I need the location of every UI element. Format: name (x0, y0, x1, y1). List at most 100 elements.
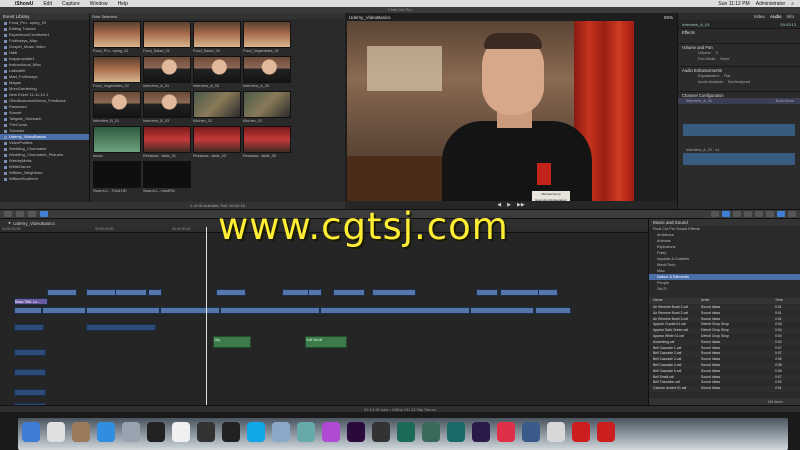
import-icon[interactable] (4, 211, 12, 217)
storyline-clip[interactable] (42, 307, 86, 314)
preview-icon[interactable] (547, 422, 565, 442)
storyline-clip[interactable] (535, 307, 571, 314)
clip-thumbnail[interactable] (193, 21, 241, 48)
browser-clip[interactable]: Interview_A_01 (143, 56, 191, 89)
lower-clip[interactable] (14, 349, 46, 356)
browser-clip[interactable]: Restaura...tside_01 (143, 126, 191, 159)
titles-icon[interactable] (744, 211, 752, 217)
browser-clip[interactable]: Kitchen_02 (243, 91, 291, 124)
clip-thumbnail[interactable] (243, 21, 291, 48)
connected-clip[interactable] (333, 289, 365, 296)
enhance-icon[interactable] (28, 211, 36, 217)
storyline-clip[interactable] (160, 307, 220, 314)
browser-clip[interactable]: Interview_A_03 (193, 56, 241, 89)
photos-icon[interactable] (297, 422, 315, 442)
clip-thumbnail[interactable] (193, 56, 241, 83)
connected-clip[interactable] (216, 289, 246, 296)
menu-window[interactable]: Window (85, 1, 113, 7)
music-sound-icon[interactable] (777, 211, 785, 217)
connected-clip[interactable] (476, 289, 498, 296)
generators-icon[interactable] (755, 211, 763, 217)
premiere-icon[interactable] (347, 422, 365, 442)
launchpad-icon[interactable] (122, 422, 140, 442)
connected-clip[interactable] (538, 289, 558, 296)
app-store-icon[interactable] (97, 422, 115, 442)
dashboard-icon[interactable] (522, 422, 540, 442)
lower-clip[interactable] (14, 389, 46, 396)
clip-thumbnail[interactable] (93, 161, 141, 188)
connected-clip[interactable] (86, 289, 116, 296)
finder-icon[interactable] (22, 422, 40, 442)
menubar-clock[interactable]: Sun 11:12 PM (718, 1, 749, 7)
connected-clip[interactable] (115, 289, 147, 296)
video-effects-icon[interactable] (711, 211, 719, 217)
browser-clip[interactable]: Interview_B_03 (143, 91, 191, 124)
viewer-zoom[interactable]: 55% (664, 15, 673, 20)
storyline-clip[interactable] (470, 307, 534, 314)
transitions-icon[interactable] (733, 211, 741, 217)
themes-icon[interactable] (766, 211, 774, 217)
event-item[interactable]: WilliamSouthern (0, 176, 89, 182)
lower-clip[interactable] (14, 369, 46, 376)
clip-thumbnail[interactable] (143, 161, 191, 188)
trash-icon[interactable] (597, 422, 615, 442)
browser-clip[interactable]: Food_Vegetables_02 (93, 56, 141, 89)
browser-clip[interactable]: Food_Pro...sping_03 (93, 21, 141, 54)
section-volume-pan[interactable]: Volume and Pan (678, 43, 800, 50)
browser-clip[interactable]: Restaura...tside_03 (193, 126, 241, 159)
clip-thumbnail[interactable] (243, 91, 291, 118)
audition-icon[interactable] (447, 422, 465, 442)
browser-clip[interactable]: Food_Salad_01 (143, 21, 191, 54)
browser-clip[interactable]: Kitchen_01 (193, 91, 241, 124)
menu-capture[interactable]: Capture (57, 1, 85, 7)
connected-clip[interactable] (308, 289, 322, 296)
connected-clip[interactable] (372, 289, 416, 296)
storyline-clip[interactable] (320, 307, 470, 314)
calendar-icon[interactable] (172, 422, 190, 442)
secondary-clip[interactable] (86, 324, 156, 331)
tab-audio[interactable]: Audio (770, 14, 782, 19)
connected-clip[interactable] (47, 289, 77, 296)
browser-clip[interactable]: Swarm-L...Third.HD (93, 161, 141, 194)
mail-icon[interactable] (272, 422, 290, 442)
motion-icon[interactable] (397, 422, 415, 442)
tab-video[interactable]: Video (754, 14, 765, 19)
after-effects-icon[interactable] (472, 422, 490, 442)
clip-thumbnail[interactable] (93, 56, 141, 83)
browser-clip[interactable]: Interview_B_01 (93, 91, 141, 124)
clip-thumbnail[interactable] (193, 126, 241, 153)
clip-thumbnail[interactable] (143, 56, 191, 83)
browser-clip[interactable]: Interview_A_05 (243, 56, 291, 89)
itunes-icon[interactable] (322, 422, 340, 442)
col-time[interactable]: Time (775, 298, 783, 304)
storyline-clip[interactable] (14, 307, 42, 314)
clip-thumbnail[interactable] (143, 21, 191, 48)
music-icon[interactable] (497, 422, 515, 442)
spotlight-icon[interactable]: ⌕ (791, 1, 794, 7)
photos-icon[interactable] (788, 211, 796, 217)
clip-thumbnail[interactable] (143, 91, 191, 118)
col-artist[interactable]: Artist (701, 298, 709, 304)
secondary-clip[interactable] (14, 324, 44, 331)
browser-clip[interactable]: music (93, 126, 141, 159)
keyword-icon[interactable] (16, 211, 24, 217)
contacts-icon[interactable] (72, 422, 90, 442)
menu-help[interactable]: Help (113, 1, 133, 7)
back-icon[interactable]: ◂ (8, 220, 10, 226)
section-channel-config[interactable]: Channel Configuration (678, 91, 800, 98)
clip-thumbnail[interactable] (143, 126, 191, 153)
section-effects[interactable]: Effects (678, 28, 800, 35)
section-audio-enhancements[interactable]: Audio Enhancements (678, 66, 800, 73)
skype-icon[interactable] (247, 422, 265, 442)
browser-clip[interactable]: Restaura...tside_05 (243, 126, 291, 159)
tab-info[interactable]: Info (786, 14, 794, 19)
browser-clip[interactable]: Food_Salad_03 (193, 21, 241, 54)
browser-filter[interactable]: Role Selected (92, 14, 117, 19)
chrome-icon[interactable] (47, 422, 65, 442)
clip-thumbnail[interactable] (93, 91, 141, 118)
sound-row[interactable]: Cartoon Accent 01.caf Sound Ideas 0:01 (649, 386, 800, 392)
compressor-icon[interactable] (422, 422, 440, 442)
browser-clip[interactable]: Food_Vegetables_01 (243, 21, 291, 54)
clip-thumbnail[interactable] (243, 56, 291, 83)
clip-thumbnail[interactable] (93, 126, 141, 153)
